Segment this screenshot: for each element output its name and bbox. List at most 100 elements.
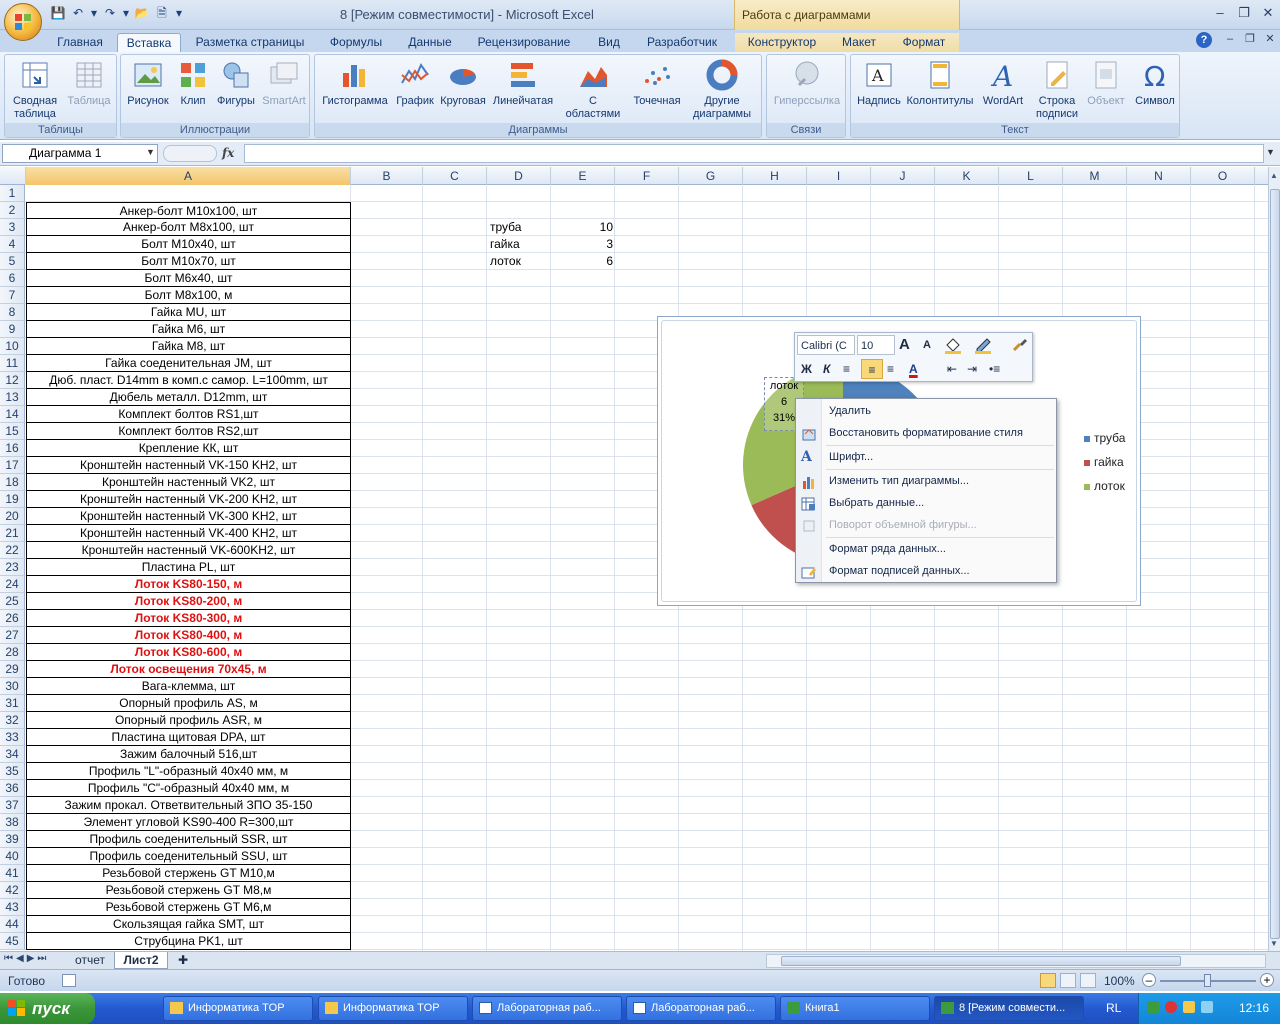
cell-e5[interactable]: 6 (552, 253, 613, 270)
row-header-45[interactable]: 45 (0, 933, 25, 950)
row-header-12[interactable]: 12 (0, 372, 25, 389)
row-header-24[interactable]: 24 (0, 576, 25, 593)
font-color-icon[interactable]: A (909, 359, 918, 379)
select-all-corner[interactable] (0, 167, 26, 185)
table-button[interactable]: Таблица (63, 59, 115, 108)
fill-color-button[interactable] (943, 335, 967, 355)
row-header-25[interactable]: 25 (0, 593, 25, 610)
zoom-out-icon[interactable]: – (1142, 973, 1156, 987)
task-lab-1[interactable]: Лабораторная раб... (472, 996, 622, 1021)
bullets-icon[interactable]: •≡ (989, 359, 1000, 379)
column-header-b[interactable]: B (351, 167, 423, 185)
zoom-level[interactable]: 100% (1104, 974, 1135, 988)
minimize-button[interactable]: – (1208, 4, 1232, 22)
object-button[interactable]: Объект (1083, 59, 1129, 108)
column-header-m[interactable]: M (1063, 167, 1127, 185)
textbox-button[interactable]: A Надпись (855, 59, 903, 108)
ribbon-close-button[interactable]: ✕ (1258, 30, 1280, 48)
tray-network-icon[interactable] (1183, 1001, 1195, 1013)
column-header-n[interactable]: N (1127, 167, 1191, 185)
row-header-31[interactable]: 31 (0, 695, 25, 712)
bar-chart-button[interactable]: Линейчатая (489, 59, 557, 108)
macro-record-icon[interactable] (62, 974, 76, 987)
row-header-27[interactable]: 27 (0, 627, 25, 644)
save-icon[interactable]: 💾 (50, 5, 66, 21)
row-header-26[interactable]: 26 (0, 610, 25, 627)
redo-dropdown-icon[interactable]: ▾ (122, 5, 130, 21)
increase-indent-icon[interactable]: ⇥ (967, 359, 977, 379)
other-charts-button[interactable]: Другие диаграммы (685, 59, 759, 121)
tab-developer[interactable]: Разработчик (636, 33, 728, 52)
cell-a14[interactable]: Комплект болтов RS1,шт (26, 406, 351, 423)
column-header-o[interactable]: O (1191, 167, 1255, 185)
cell-a20[interactable]: Кронштейн настенный VK-300 KH2, шт (26, 508, 351, 525)
smartart-button[interactable]: SmartArt (259, 59, 309, 108)
tab-data[interactable]: Данные (400, 33, 460, 52)
open-icon[interactable]: 📂 (134, 5, 150, 21)
cell-a21[interactable]: Кронштейн настенный VK-400 KH2, шт (26, 525, 351, 542)
row-header-6[interactable]: 6 (0, 270, 25, 287)
cell-a31[interactable]: Опорный профиль AS, м (26, 695, 351, 712)
shrink-font-button[interactable]: A (923, 335, 931, 355)
cell-a6[interactable]: Болт М6х40, шт (26, 270, 351, 287)
row-header-11[interactable]: 11 (0, 355, 25, 372)
tab-view[interactable]: Вид (588, 33, 630, 52)
cell-a37[interactable]: Зажим прокал. Ответвительный ЗПО 35-150 (26, 797, 351, 814)
normal-view-icon[interactable] (1040, 973, 1056, 988)
row-header-14[interactable]: 14 (0, 406, 25, 423)
align-right-icon[interactable]: ≡ (887, 359, 894, 379)
cell-a24[interactable]: Лоток KS80-150, м (26, 576, 351, 593)
row-header-19[interactable]: 19 (0, 491, 25, 508)
sheet-nav-icons[interactable]: ⏮◀▶⏭ (4, 953, 49, 964)
cell-a40[interactable]: Профиль соеденительный SSU, шт (26, 848, 351, 865)
grow-font-button[interactable]: A (899, 335, 910, 355)
signature-line-button[interactable]: Строка подписи (1031, 59, 1083, 121)
cell-d3[interactable]: труба (490, 219, 521, 236)
row-header-39[interactable]: 39 (0, 831, 25, 848)
cell-a15[interactable]: Комплект болтов RS2,шт (26, 423, 351, 440)
row-header-29[interactable]: 29 (0, 661, 25, 678)
menu-item-select-data[interactable]: Выбрать данные... (829, 492, 924, 514)
expand-formula-bar-icon[interactable]: ▼ (1266, 147, 1275, 157)
name-box-dropdown-icon[interactable]: ▼ (146, 147, 155, 157)
row-header-15[interactable]: 15 (0, 423, 25, 440)
font-size-box[interactable]: 10 (857, 335, 895, 355)
row-header-34[interactable]: 34 (0, 746, 25, 763)
row-header-41[interactable]: 41 (0, 865, 25, 882)
row-header-10[interactable]: 10 (0, 338, 25, 355)
cell-a30[interactable]: Вага-клемма, шт (26, 678, 351, 695)
cell-a29[interactable]: Лоток освещения 70х45, м (26, 661, 351, 678)
scroll-down-icon[interactable]: ▼ (1270, 939, 1278, 948)
new-icon[interactable]: 🗎 (154, 5, 170, 21)
cell-e4[interactable]: 3 (552, 236, 613, 253)
help-icon[interactable]: ? (1196, 32, 1212, 48)
row-header-7[interactable]: 7 (0, 287, 25, 304)
row-header-3[interactable]: 3 (0, 219, 25, 236)
cell-a28[interactable]: Лоток KS80-600, м (26, 644, 351, 661)
line-color-button[interactable] (973, 335, 997, 355)
page-break-view-icon[interactable] (1080, 973, 1096, 988)
cell-a33[interactable]: Пластина щитовая DPA, шт (26, 729, 351, 746)
row-header-9[interactable]: 9 (0, 321, 25, 338)
cell-a4[interactable]: Болт М10х40, шт (26, 236, 351, 253)
cell-a16[interactable]: Крепление КК, шт (26, 440, 351, 457)
undo-icon[interactable]: ↶ (70, 5, 86, 21)
row-header-30[interactable]: 30 (0, 678, 25, 695)
row-header-42[interactable]: 42 (0, 882, 25, 899)
picture-button[interactable]: Рисунок (123, 59, 173, 108)
scatter-chart-button[interactable]: Точечная (629, 59, 685, 108)
row-header-2[interactable]: 2 (0, 202, 25, 219)
menu-item-reset-style[interactable]: Восстановить форматирование стиля (829, 422, 1023, 444)
column-header-h[interactable]: H (743, 167, 807, 185)
formula-input[interactable] (244, 144, 1264, 163)
tab-design[interactable]: Конструктор (735, 33, 829, 52)
task-informatika-1[interactable]: Информатика TOP (163, 996, 313, 1021)
row-header-23[interactable]: 23 (0, 559, 25, 576)
menu-item-change-chart-type[interactable]: Изменить тип диаграммы... (829, 470, 969, 492)
menu-item-format-series[interactable]: Формат ряда данных... (829, 538, 946, 560)
task-excel-8[interactable]: 8 [Режим совмести... (934, 996, 1084, 1021)
column-header-a[interactable]: A (26, 167, 351, 185)
column-header-i[interactable]: I (807, 167, 871, 185)
tab-layout[interactable]: Макет (829, 33, 889, 52)
line-chart-button[interactable]: График (393, 59, 437, 108)
